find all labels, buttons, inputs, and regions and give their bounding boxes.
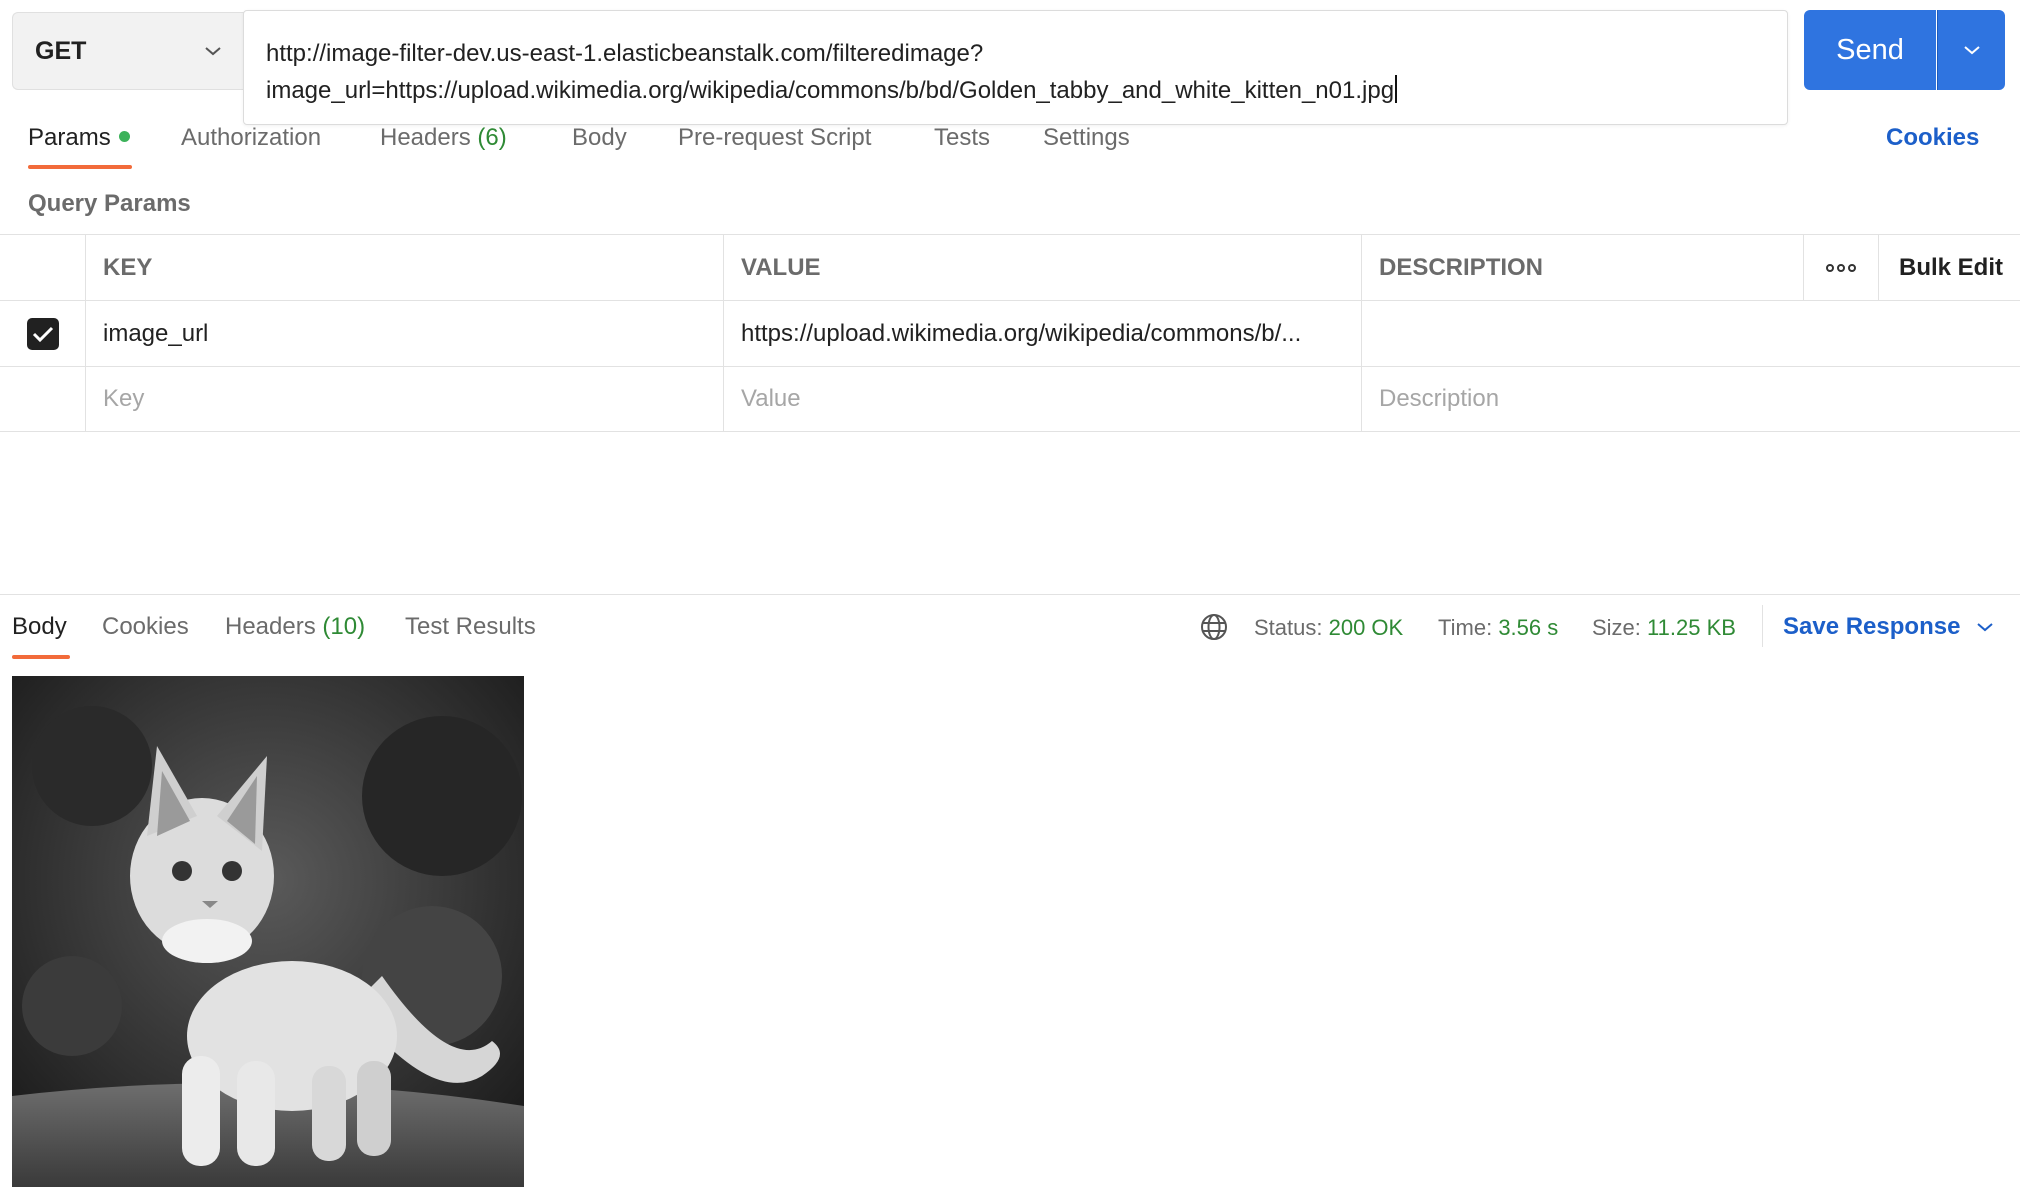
response-tab-headers-label: Headers [225, 613, 316, 640]
method-select[interactable]: GET [12, 12, 244, 90]
url-line-1: http://image-filter-dev.us-east-1.elasti… [266, 40, 984, 67]
api-client-window: GET http://image-filter-dev.us-east-1.el… [0, 0, 2020, 1200]
description-placeholder: Description [1379, 385, 1500, 412]
new-description-input[interactable]: Description [1361, 367, 2020, 431]
checkmark-icon [32, 326, 53, 342]
new-key-input[interactable]: Key [85, 367, 723, 431]
response-tab-test-results-label: Test Results [405, 613, 536, 640]
request-tabs: Params Authorization Headers (6) Body Pr… [0, 118, 2020, 170]
table-header-row: KEY VALUE DESCRIPTION Bulk Edit [0, 234, 2020, 300]
response-tab-body-label: Body [12, 613, 67, 640]
toolbar-separator [1762, 605, 1763, 647]
pane-divider[interactable] [0, 594, 2020, 595]
save-response-label: Save Response [1783, 613, 1961, 640]
table-row-empty: Key Value Description [0, 366, 2020, 432]
tab-pre-request-script[interactable]: Pre-request Script [678, 124, 871, 152]
tab-params[interactable]: Params [28, 124, 130, 152]
response-size: Size: 11.25 KB [1592, 615, 1736, 641]
query-params-title: Query Params [28, 190, 191, 217]
url-line-2: image_url=https://upload.wikimedia.org/w… [266, 77, 1395, 104]
chevron-down-icon [1963, 46, 1980, 55]
method-label: GET [35, 36, 87, 65]
response-tab-test-results[interactable]: Test Results [405, 613, 536, 641]
send-button[interactable]: Send [1804, 10, 1936, 90]
time-value: 3.56 s [1498, 615, 1559, 640]
param-description-cell[interactable] [1361, 301, 2020, 366]
response-tab-cookies[interactable]: Cookies [102, 613, 189, 641]
empty-checkbox-cell [0, 367, 85, 431]
new-value-input[interactable]: Value [723, 367, 1361, 431]
tab-body[interactable]: Body [572, 124, 627, 152]
response-tab-body[interactable]: Body [12, 613, 67, 641]
param-value-cell[interactable]: https://upload.wikimedia.org/wikipedia/c… [723, 301, 1361, 366]
header-value-label: VALUE [741, 253, 821, 281]
size-value: 11.25 KB [1647, 615, 1736, 640]
response-time: Time: 3.56 s [1438, 615, 1558, 641]
response-tab-cookies-label: Cookies [102, 613, 189, 640]
tab-authorization[interactable]: Authorization [181, 124, 321, 152]
response-headers-count: (10) [322, 613, 366, 640]
url-input[interactable]: http://image-filter-dev.us-east-1.elasti… [243, 10, 1788, 125]
more-horizontal-icon[interactable] [1826, 263, 1856, 272]
tab-authorization-label: Authorization [181, 124, 322, 151]
cookies-link[interactable]: Cookies [1886, 124, 1979, 152]
param-key: image_url [103, 319, 209, 347]
row-checkbox-cell [0, 301, 85, 366]
response-tab-headers[interactable]: Headers (10) [225, 613, 365, 641]
send-options-button[interactable] [1937, 10, 2005, 90]
header-value: VALUE [723, 235, 1361, 300]
send-label: Send [1836, 33, 1904, 66]
tab-params-label: Params [28, 124, 111, 151]
header-description: DESCRIPTION [1361, 235, 1803, 300]
save-response-button[interactable]: Save Response [1783, 613, 1994, 641]
param-key-cell[interactable]: image_url [85, 301, 723, 366]
time-label: Time: [1438, 615, 1493, 640]
text-caret [1395, 75, 1398, 103]
param-value: https://upload.wikimedia.org/wikipedia/c… [741, 319, 1302, 347]
tab-pre-request-label: Pre-request Script [678, 124, 872, 151]
tab-headers-label: Headers [380, 124, 471, 151]
bulk-edit-button[interactable]: Bulk Edit [1899, 254, 2003, 282]
response-active-tab-indicator [12, 655, 70, 659]
tab-body-label: Body [572, 124, 627, 151]
active-tab-indicator [28, 165, 132, 169]
tab-tests-label: Tests [934, 124, 991, 151]
value-placeholder: Value [741, 385, 801, 412]
header-key-label: KEY [103, 253, 153, 281]
header-key: KEY [85, 235, 723, 300]
params-indicator-dot [118, 131, 130, 142]
tab-tests[interactable]: Tests [934, 124, 990, 152]
status-label: Status: [1254, 615, 1323, 640]
globe-icon[interactable] [1199, 612, 1229, 642]
chevron-down-icon [1977, 623, 1994, 632]
response-image [12, 676, 524, 1187]
response-status: Status: 200 OK [1254, 615, 1403, 641]
status-value: 200 OK [1328, 615, 1404, 640]
tab-settings[interactable]: Settings [1043, 124, 1130, 152]
bulk-edit-cell: Bulk Edit [1878, 235, 2020, 300]
size-label: Size: [1592, 615, 1641, 640]
header-checkbox-cell [0, 235, 85, 300]
tab-headers[interactable]: Headers (6) [380, 124, 507, 152]
header-description-label: DESCRIPTION [1379, 253, 1544, 281]
tab-headers-count: (6) [477, 124, 507, 151]
more-options-cell [1803, 235, 1878, 300]
param-enabled-checkbox[interactable] [26, 317, 59, 350]
key-placeholder: Key [103, 385, 145, 412]
chevron-down-icon [205, 47, 221, 56]
table-row: image_url https://upload.wikimedia.org/w… [0, 300, 2020, 366]
tab-settings-label: Settings [1043, 124, 1130, 151]
